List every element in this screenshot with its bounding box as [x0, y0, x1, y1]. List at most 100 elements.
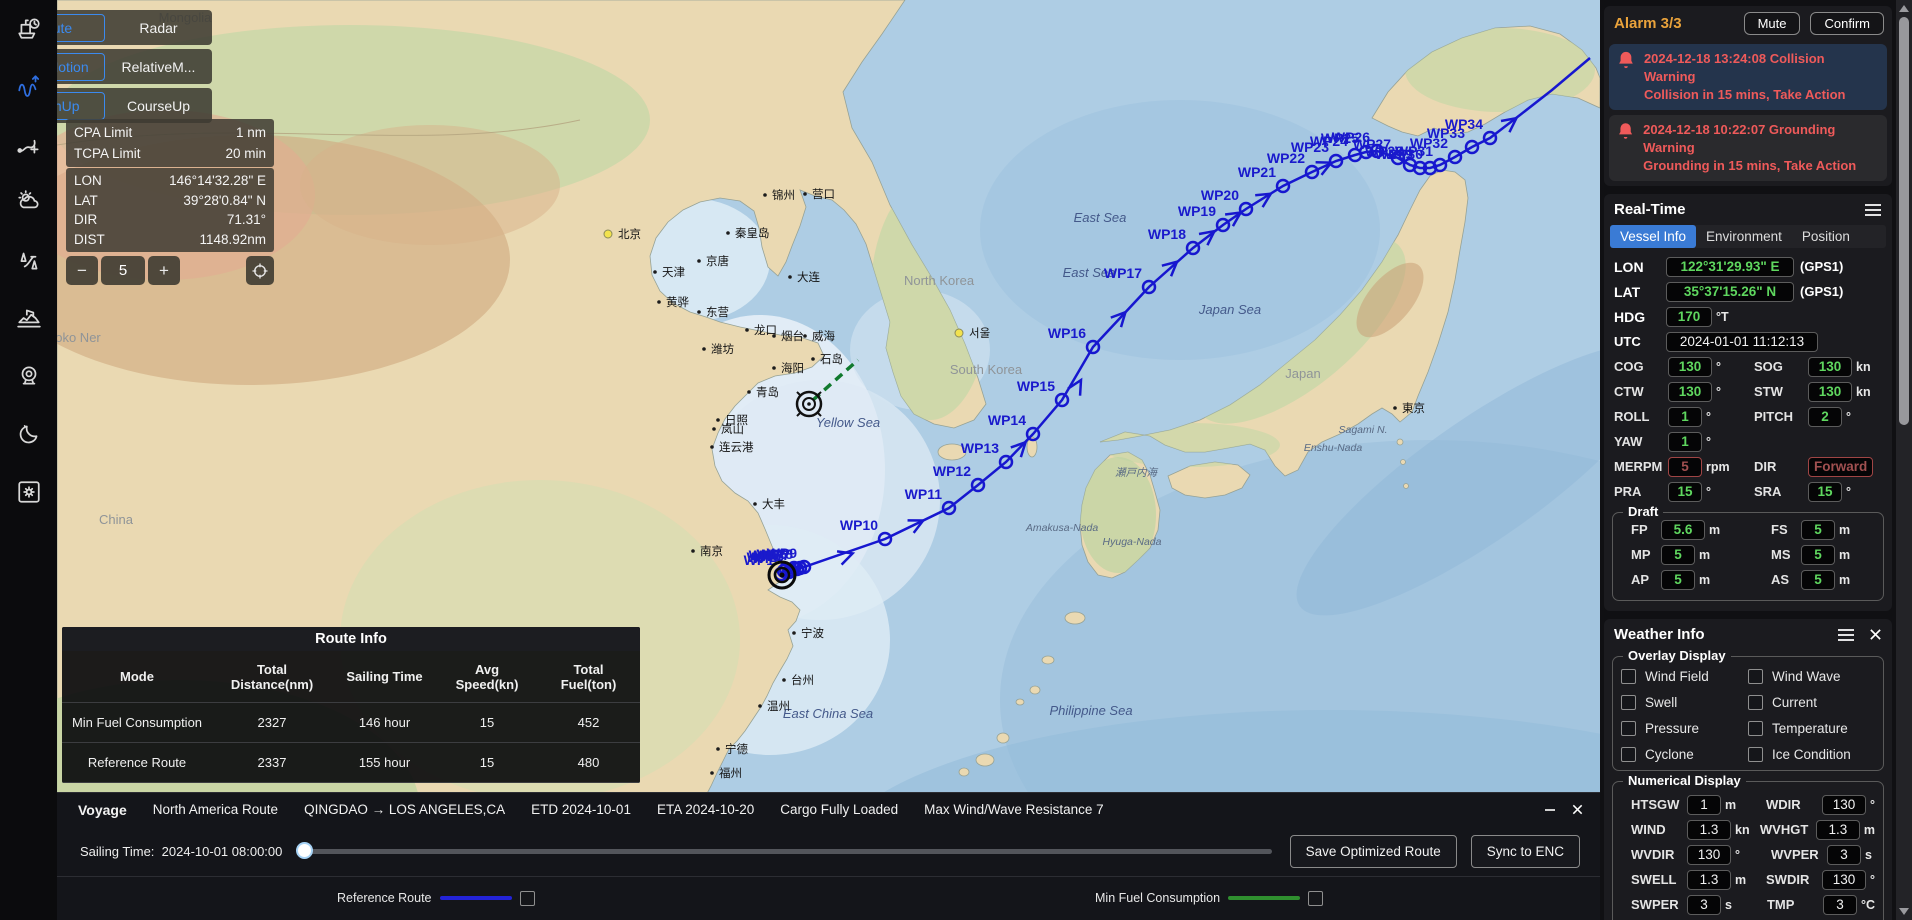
city-label: 秦皇岛: [735, 226, 770, 240]
field-unit: m: [1735, 873, 1746, 887]
wx-row-cell: SWDIR130°: [1766, 870, 1875, 890]
navigation-marks-icon[interactable]: [15, 246, 43, 274]
voyage-schedule-icon[interactable]: [15, 14, 43, 42]
city-label: 锦州: [772, 188, 795, 202]
scroll-down-arrow[interactable]: [1899, 908, 1909, 915]
field-value: 130: [1808, 357, 1852, 377]
field-unit: m: [1709, 523, 1720, 537]
close-icon[interactable]: [1571, 803, 1584, 816]
weather-close-icon[interactable]: [1869, 628, 1882, 641]
city-label: 福州: [719, 766, 742, 780]
alarm-item[interactable]: 2024-12-18 13:24:08 Collision WarningCol…: [1609, 44, 1887, 110]
waypoint-label-WP21: WP21: [1238, 164, 1276, 180]
cpa-limits-panel: CPA Limit 1 nm TCPA Limit 20 min: [66, 119, 274, 167]
draft-rows: FP5.6mFS5mMP5mMS5mAP5mAS5m: [1621, 517, 1875, 592]
relative-motion-button[interactable]: RelativeM...: [107, 53, 210, 81]
overlay-checkbox-swell[interactable]: [1621, 695, 1636, 710]
mute-button[interactable]: Mute: [1744, 12, 1801, 35]
wx-row: SWELL1.3mSWDIR130°: [1621, 867, 1875, 892]
night-mode-icon[interactable]: [15, 420, 43, 448]
overlay-checkbox-wind-wave[interactable]: [1748, 669, 1763, 684]
city-marker: [691, 549, 695, 553]
cursor-dist-value: 1148.92nm: [199, 230, 266, 250]
waypoint-label-WP18: WP18: [1148, 226, 1186, 242]
field-value: 130: [1687, 845, 1731, 865]
save-optimized-route-button[interactable]: Save Optimized Route: [1290, 835, 1457, 868]
vessel-hdg-label: HDG: [1614, 309, 1666, 325]
weather-menu-icon[interactable]: [1837, 628, 1855, 642]
surveillance-icon[interactable]: [15, 362, 43, 390]
weather-title: Weather Info: [1614, 626, 1705, 643]
city-marker: [763, 193, 767, 197]
vessel-utc-value: 2024-01-01 11:12:13: [1666, 332, 1818, 352]
confirm-button[interactable]: Confirm: [1810, 12, 1884, 35]
field-unit: °: [1706, 485, 1711, 499]
city-label: 温州: [767, 699, 790, 713]
route-edit-icon[interactable]: [15, 130, 43, 158]
minimize-icon[interactable]: [1543, 803, 1557, 817]
zoom-out-button[interactable]: −: [66, 256, 98, 285]
voyage-item: QINGDAO → LOS ANGELES,CA: [304, 802, 505, 817]
field-unit: °: [1735, 848, 1740, 862]
time-slider-track[interactable]: [298, 849, 1271, 854]
page-scrollbar[interactable]: [1896, 0, 1912, 920]
reference-route-checkbox[interactable]: [520, 891, 535, 906]
realtime-title: Real-Time: [1614, 201, 1685, 218]
min-fuel-checkbox[interactable]: [1308, 891, 1323, 906]
field-label: CTW: [1614, 384, 1668, 399]
overlay-checkbox-wind-field[interactable]: [1621, 669, 1636, 684]
overlay-display-fieldset: Overlay Display Wind FieldWind WaveSwell…: [1612, 656, 1884, 771]
vessel-lat-source: (GPS1): [1800, 284, 1843, 299]
scrollbar-thumb[interactable]: [1899, 17, 1909, 425]
rt-pair-row-cell: COG130°: [1614, 357, 1754, 377]
time-slider-thumb[interactable]: [296, 842, 313, 859]
overlay-checkbox-pressure[interactable]: [1621, 721, 1636, 736]
overlay-options: Wind FieldWind WaveSwellCurrentPressureT…: [1621, 661, 1875, 762]
city-marker: [716, 747, 720, 751]
route-info-cell: Min Fuel Consumption: [62, 703, 212, 743]
route-info-title: Route Info: [62, 627, 640, 651]
city-marker: [653, 270, 657, 274]
field-value: 130: [1822, 870, 1866, 890]
reference-route-line-swatch: [440, 896, 512, 900]
vessel-utc-label: UTC: [1614, 334, 1666, 349]
course-up-button[interactable]: CourseUp: [107, 92, 210, 120]
route-info-cell: 452: [537, 703, 640, 743]
tab-position[interactable]: Position: [1792, 225, 1860, 248]
menu-icon[interactable]: [1864, 203, 1882, 217]
field-value: 1.3: [1687, 820, 1731, 840]
radar-mode-button[interactable]: Radar: [107, 14, 210, 42]
weather-icon[interactable]: [15, 188, 43, 216]
zoom-in-button[interactable]: +: [148, 256, 180, 285]
sync-to-enc-button[interactable]: Sync to ENC: [1471, 835, 1580, 868]
voyage-items: North America RouteQINGDAO → LOS ANGELES…: [153, 802, 1104, 817]
overlay-checkbox-ice-condition[interactable]: [1748, 747, 1763, 762]
min-fuel-label: Min Fuel Consumption: [1095, 891, 1220, 905]
alarm-panel: Alarm 3/3 Mute Confirm 2024-12-18 13:24:…: [1604, 6, 1892, 186]
center-ship-button[interactable]: [246, 256, 274, 285]
overlay-checkbox-temperature[interactable]: [1748, 721, 1763, 736]
route-optimization-icon[interactable]: [15, 72, 43, 100]
weather-panel: Weather Info Overlay Display Wind FieldW…: [1604, 619, 1892, 920]
grounding-alert-icon[interactable]: [15, 304, 43, 332]
rt-pair-row-cell: DIRForward: [1754, 457, 1873, 477]
overlay-checkbox-current[interactable]: [1748, 695, 1763, 710]
sailing-time-row: Sailing Time: 2024-10-01 08:00:00 Save O…: [57, 826, 1600, 876]
wx-row-cell: HTSGW1m: [1631, 795, 1766, 815]
alarm-item[interactable]: 2024-12-18 10:22:07 Grounding WarningGro…: [1609, 115, 1887, 181]
weather-header: Weather Info: [1604, 619, 1892, 648]
cursor-lon-value: 146°14'32.28" E: [169, 171, 266, 191]
sea-label-small: Enshu-Nada: [1304, 442, 1363, 454]
region-label: Japan: [1285, 366, 1320, 381]
scroll-up-arrow[interactable]: [1899, 5, 1909, 12]
field-unit: m: [1699, 548, 1710, 562]
tab-environment[interactable]: Environment: [1696, 225, 1792, 248]
city-marker: [803, 334, 807, 338]
city-marker: [792, 631, 796, 635]
tab-vessel-info[interactable]: Vessel Info: [1610, 225, 1696, 248]
sea-label-small: Hyuga-Nada: [1103, 536, 1162, 548]
route-info-cell: 2327: [212, 703, 332, 743]
overlay-checkbox-cyclone[interactable]: [1621, 747, 1636, 762]
field-label: SOG: [1754, 359, 1808, 374]
system-settings-icon[interactable]: [15, 478, 43, 506]
